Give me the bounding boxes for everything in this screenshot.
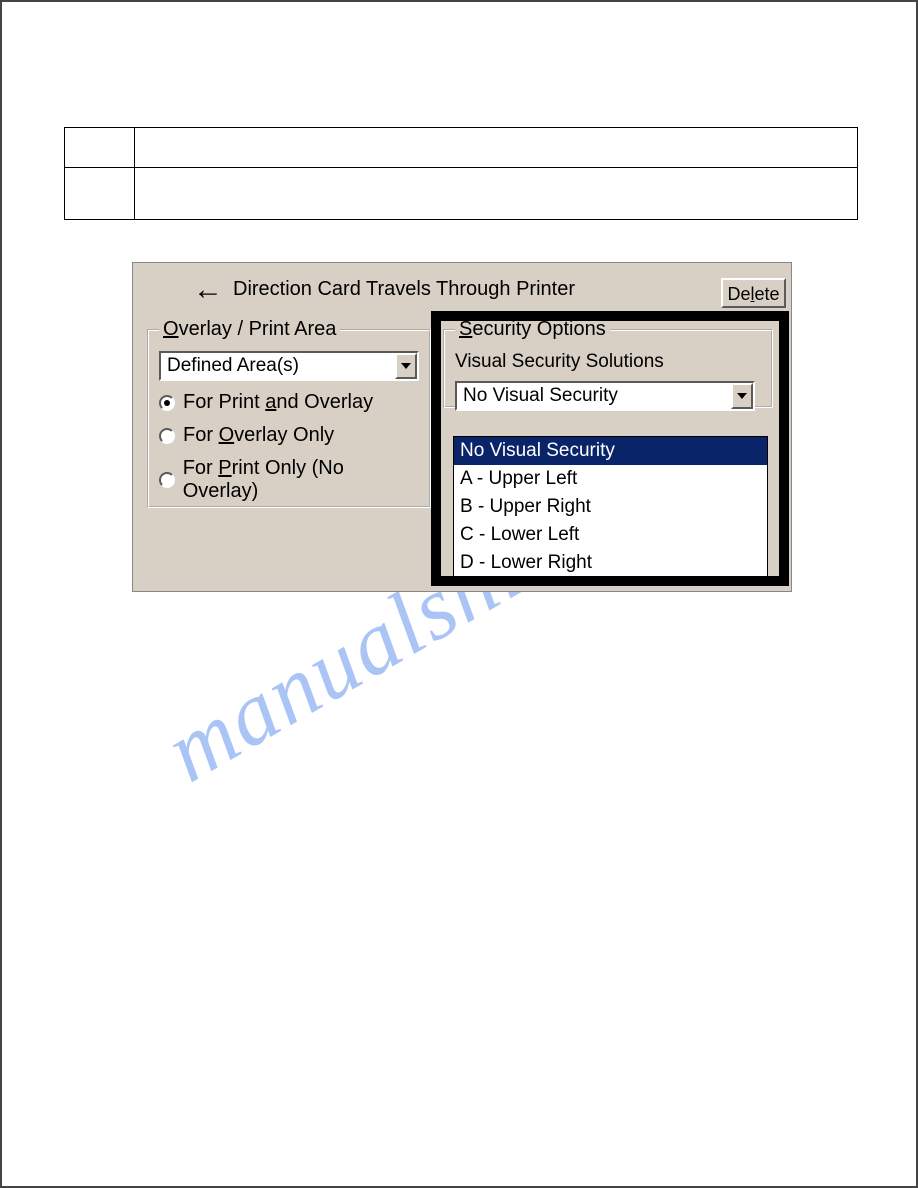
chevron-down-icon[interactable] xyxy=(731,383,753,409)
radio-print-only[interactable]: For Print Only (No Overlay) xyxy=(159,457,419,503)
security-legend: Security Options xyxy=(455,318,610,341)
chevron-down-icon[interactable] xyxy=(395,353,417,379)
dropdown-option[interactable]: No Visual Security xyxy=(454,437,767,465)
overlay-legend: Overlay / Print Area xyxy=(159,318,340,341)
overlay-print-area-group: Overlay / Print Area Defined Area(s) For… xyxy=(147,318,431,508)
security-sublabel: Visual Security Solutions xyxy=(455,351,761,373)
dropdown-option[interactable]: C - Lower Left xyxy=(454,521,767,549)
visual-security-combo[interactable]: No Visual Security xyxy=(455,381,755,411)
overlay-area-combo[interactable]: Defined Area(s) xyxy=(159,351,419,381)
overlay-area-combo-value: Defined Area(s) xyxy=(167,355,299,377)
top-table xyxy=(64,127,858,220)
radio-print-and-overlay[interactable]: For Print and Overlay xyxy=(159,391,419,414)
dialog-panel: ← Direction Card Travels Through Printer… xyxy=(132,262,792,592)
security-options-group: Security Options Visual Security Solutio… xyxy=(443,318,773,408)
delete-button[interactable]: Delete xyxy=(721,278,786,308)
visual-security-combo-value: No Visual Security xyxy=(463,385,618,407)
radio-icon xyxy=(159,395,175,411)
direction-row: ← Direction Card Travels Through Printer xyxy=(193,278,575,301)
direction-label: Direction Card Travels Through Printer xyxy=(233,278,575,301)
radio-icon xyxy=(159,428,175,444)
radio-label: For Print and Overlay xyxy=(183,391,373,414)
dropdown-option[interactable]: A - Upper Left xyxy=(454,465,767,493)
radio-overlay-only[interactable]: For Overlay Only xyxy=(159,424,419,447)
dropdown-option[interactable]: D - Lower Right xyxy=(454,549,767,577)
dropdown-option[interactable]: B - Upper Right xyxy=(454,493,767,521)
arrow-left-icon: ← xyxy=(193,280,223,300)
radio-icon xyxy=(159,472,175,488)
radio-label: For Print Only (No Overlay) xyxy=(183,457,419,503)
radio-label: For Overlay Only xyxy=(183,424,334,447)
visual-security-dropdown[interactable]: No Visual Security A - Upper Left B - Up… xyxy=(453,436,768,578)
